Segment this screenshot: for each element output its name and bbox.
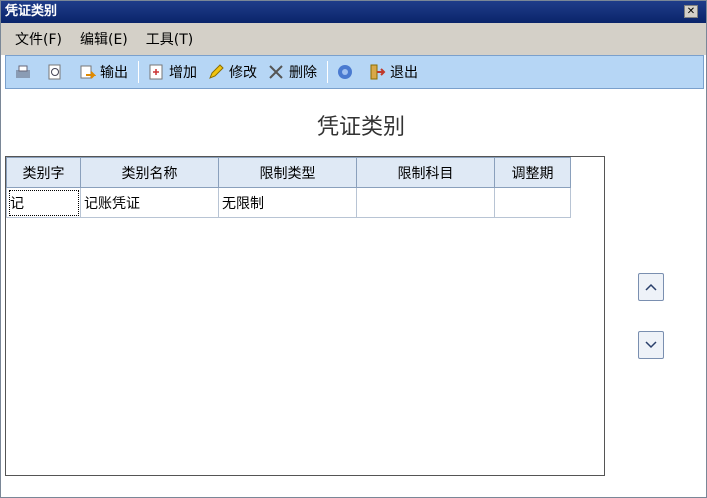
exit-label: 退出	[390, 65, 418, 81]
help-button[interactable]	[336, 63, 358, 81]
add-icon	[147, 63, 165, 81]
column-header[interactable]: 类别字	[6, 157, 81, 188]
table-cell[interactable]: 无限制	[218, 187, 357, 218]
table-row[interactable]: 记 记账凭证 无限制	[6, 187, 571, 218]
delete-button[interactable]: 删除	[267, 62, 317, 82]
category-table: 类别字 类别名称 限制类型 限制科目 调整期 记 记账凭证 无限制	[6, 157, 571, 218]
table-cell[interactable]: 记账凭证	[80, 187, 219, 218]
page-heading: 凭证类别	[316, 115, 405, 140]
print-button[interactable]	[14, 63, 36, 81]
window-title: 凭证类别	[5, 4, 58, 19]
menu-tools[interactable]: 工具(T)	[146, 29, 193, 49]
edit-label: 修改	[229, 65, 257, 81]
voucher-category-window: 凭证类别 ✕ 文件(F) 编辑(E) 工具(T) 输出 增加 修改 删除 退出 …	[0, 0, 707, 498]
toolbar: 输出 增加 修改 删除 退出	[5, 55, 704, 89]
add-button[interactable]: 增加	[147, 62, 197, 82]
magnifier-icon	[46, 63, 64, 81]
toolbar-separator	[327, 61, 328, 83]
exit-button[interactable]: 退出	[368, 62, 418, 82]
toolbar-separator	[138, 61, 139, 83]
menu-file[interactable]: 文件(F)	[15, 29, 62, 49]
column-header[interactable]: 调整期	[494, 157, 571, 188]
pencil-icon	[207, 63, 225, 81]
move-down-button[interactable]	[638, 331, 664, 359]
output-label: 输出	[100, 65, 128, 81]
delete-label: 删除	[289, 65, 317, 81]
menu-bar: 文件(F) 编辑(E) 工具(T)	[1, 23, 706, 55]
exit-door-icon	[368, 63, 386, 81]
add-label: 增加	[169, 65, 197, 81]
chevron-up-icon	[645, 279, 657, 295]
table-header-row: 类别字 类别名称 限制类型 限制科目 调整期	[6, 157, 571, 188]
column-header[interactable]: 限制类型	[218, 157, 357, 188]
printer-icon	[14, 63, 32, 81]
category-grid: 类别字 类别名称 限制类型 限制科目 调整期 记 记账凭证 无限制	[5, 156, 605, 476]
output-button[interactable]: 输出	[78, 62, 128, 82]
delete-x-icon	[267, 63, 285, 81]
export-icon	[78, 63, 96, 81]
preview-button[interactable]	[46, 63, 68, 81]
close-icon[interactable]: ✕	[684, 5, 698, 18]
menu-edit[interactable]: 编辑(E)	[80, 29, 128, 49]
column-header[interactable]: 限制科目	[356, 157, 495, 188]
column-header[interactable]: 类别名称	[80, 157, 219, 188]
chevron-down-icon	[645, 337, 657, 353]
help-icon	[336, 63, 354, 81]
edit-button[interactable]: 修改	[207, 62, 257, 82]
table-cell[interactable]	[494, 187, 571, 218]
title-bar: 凭证类别 ✕	[1, 1, 706, 23]
move-up-button[interactable]	[638, 273, 664, 301]
table-cell[interactable]: 记	[6, 187, 81, 218]
table-cell[interactable]	[356, 187, 495, 218]
